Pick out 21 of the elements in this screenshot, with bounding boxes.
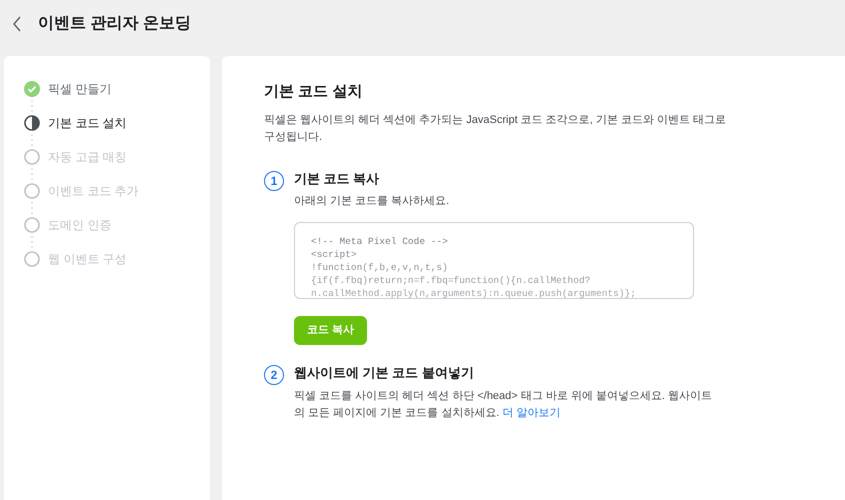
instruction-text: 아래의 기본 코드를 복사하세요. [294, 194, 450, 209]
section-description: 픽셀은 웹사이트의 헤더 섹션에 추가되는 JavaScript 코드 조각으로, 기본 코드와 이벤트 태그로 구성됩니다. [264, 112, 728, 144]
code-line: <script> [311, 248, 358, 261]
code-line: <!-- Meta Pixel Code --> [311, 235, 449, 248]
back-chevron-icon[interactable] [12, 16, 22, 32]
step-label[interactable]: 픽셀 만들기 [48, 80, 112, 98]
copy-code-button[interactable]: 코드 복사 [294, 316, 368, 345]
code-line: {if(f.fbq)return;n=f.fbq=function(){n.callMethod? [311, 274, 592, 287]
step-label[interactable]: 웹 이벤트 구성 [48, 250, 127, 268]
instruction-title: 기본 코드 복사 [294, 170, 380, 188]
instruction-text: 픽셀 코드를 사이트의 헤더 섹션 하단 </head> 태그 바로 위에 붙여넣으세요. 웹사이트의 모든 페이지에 기본 코드를 설치하세요. 더 알아보기 [294, 388, 714, 420]
page-title: 이벤트 관리자 온보딩 [38, 14, 191, 34]
learn-more-link[interactable]: 더 알아보기 [502, 406, 560, 418]
step-label[interactable]: 기본 코드 설치 [48, 114, 127, 132]
step-label[interactable]: 도메인 인증 [48, 216, 112, 234]
code-line: !function(f,b,e,v,n,t,s) [311, 261, 449, 274]
step-label[interactable]: 이벤트 코드 추가 [48, 182, 139, 200]
instruction-title: 웹사이트에 기본 코드 붙여넣기 [294, 364, 475, 382]
step-label[interactable]: 자동 고급 매칭 [48, 148, 127, 166]
code-line: n.callMethod.apply(n,arguments):n.queue.push(arguments)}; [311, 287, 637, 298]
section-title: 기본 코드 설치 [264, 82, 364, 102]
